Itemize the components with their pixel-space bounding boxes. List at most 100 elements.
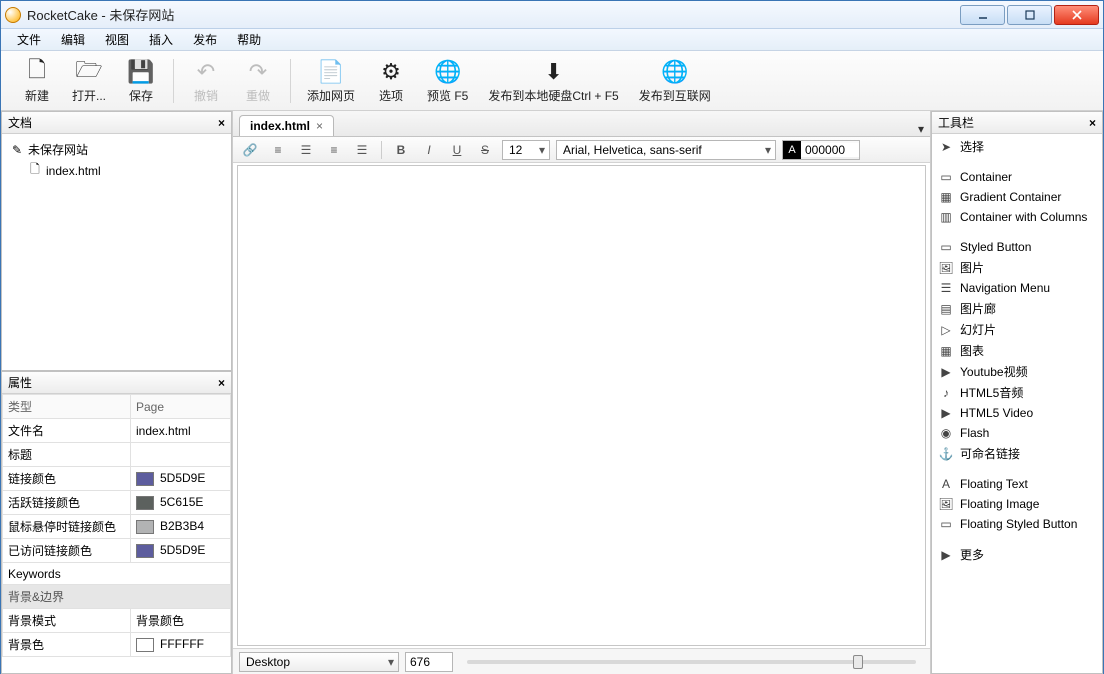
toolbox-navmenu[interactable]: ☰Navigation Menu bbox=[936, 278, 1098, 298]
panel-close-icon[interactable]: × bbox=[1089, 116, 1096, 130]
tool-new[interactable]: 🗋新建 bbox=[11, 57, 63, 104]
prop-key: 背景色 bbox=[3, 633, 131, 657]
tool-preview[interactable]: 🌐预览 F5 bbox=[417, 57, 478, 104]
menu-view[interactable]: 视图 bbox=[95, 29, 139, 50]
toolbox-gallery[interactable]: ▤图片廊 bbox=[936, 298, 1098, 319]
tab-close-icon[interactable]: × bbox=[316, 119, 323, 133]
prop-key: 链接颜色 bbox=[3, 467, 131, 491]
prop-key: 标题 bbox=[3, 443, 131, 467]
link-icon[interactable]: 🔗 bbox=[239, 140, 261, 160]
folder-open-icon: 🗁 bbox=[75, 57, 102, 87]
toolbox-slideshow[interactable]: ▷幻灯片 bbox=[936, 319, 1098, 340]
toolbox-floating-button[interactable]: ▭Floating Styled Button bbox=[936, 514, 1098, 534]
width-slider[interactable] bbox=[467, 660, 916, 664]
editor-tabs: index.html× ▾ bbox=[233, 111, 930, 137]
prop-value-title[interactable] bbox=[131, 443, 231, 467]
tool-open[interactable]: 🗁打开... bbox=[63, 57, 115, 104]
tool-undo[interactable]: ↶撤销 bbox=[180, 57, 232, 104]
toolbox-floating-image[interactable]: 🖼Floating Image bbox=[936, 494, 1098, 514]
toolbox-columns-container[interactable]: ▥Container with Columns bbox=[936, 207, 1098, 227]
prop-value-bgmode[interactable]: 背景颜色 bbox=[131, 609, 231, 633]
prop-key[interactable]: Keywords bbox=[3, 563, 231, 585]
prop-key: 背景模式 bbox=[3, 609, 131, 633]
tree-file[interactable]: 🗋index.html bbox=[28, 159, 223, 182]
tool-publish-local[interactable]: ⬇发布到本地硬盘Ctrl + F5 bbox=[478, 57, 628, 104]
prop-value-activelink[interactable]: 5C615E bbox=[131, 491, 231, 515]
toolbox-named-link[interactable]: ⚓可命名链接 bbox=[936, 443, 1098, 464]
prop-value-linkcolor[interactable]: 5D5D9E bbox=[131, 467, 231, 491]
device-select[interactable]: Desktop bbox=[239, 652, 399, 672]
toolbox-more[interactable]: ▶更多 bbox=[936, 544, 1098, 565]
audio-icon: ♪ bbox=[938, 385, 954, 401]
toolbox-styled-button[interactable]: ▭Styled Button bbox=[936, 237, 1098, 257]
prop-value-hoverlink[interactable]: B2B3B4 bbox=[131, 515, 231, 539]
color-swatch bbox=[136, 544, 154, 558]
italic-button[interactable]: I bbox=[418, 140, 440, 160]
editor-statusbar: Desktop 676 bbox=[233, 648, 930, 674]
columns-icon: ▥ bbox=[938, 209, 954, 225]
toolbox-floating-text[interactable]: AFloating Text bbox=[936, 474, 1098, 494]
youtube-icon: ▶ bbox=[938, 364, 954, 380]
font-family-select[interactable]: Arial, Helvetica, sans-serif bbox=[556, 140, 776, 160]
prop-header-value: Page bbox=[131, 395, 231, 419]
font-color-hex[interactable] bbox=[801, 143, 859, 157]
toolbox-gradient-container[interactable]: ▦Gradient Container bbox=[936, 187, 1098, 207]
menu-publish[interactable]: 发布 bbox=[183, 29, 227, 50]
toolbox-image[interactable]: 🖼图片 bbox=[936, 257, 1098, 278]
menu-insert[interactable]: 插入 bbox=[139, 29, 183, 50]
tabs-dropdown-icon[interactable]: ▾ bbox=[918, 122, 924, 136]
toolbox-flash[interactable]: ◉Flash bbox=[936, 423, 1098, 443]
container-icon: ▭ bbox=[938, 169, 954, 185]
toolbox-select[interactable]: ➤选择 bbox=[936, 136, 1098, 157]
prop-value-bgcolor[interactable]: FFFFFF bbox=[131, 633, 231, 657]
documents-tree: ✎未保存网站 🗋index.html bbox=[2, 134, 231, 188]
slider-thumb[interactable] bbox=[853, 655, 863, 669]
page-icon: 🗋 bbox=[28, 160, 42, 181]
tool-save[interactable]: 💾保存 bbox=[115, 57, 167, 104]
maximize-button[interactable] bbox=[1007, 5, 1052, 25]
align-left-icon[interactable]: ≡ bbox=[267, 140, 289, 160]
panel-close-icon[interactable]: × bbox=[218, 116, 225, 130]
tool-redo[interactable]: ↷重做 bbox=[232, 57, 284, 104]
toolbox-html5-video[interactable]: ▶HTML5 Video bbox=[936, 403, 1098, 423]
underline-button[interactable]: U bbox=[446, 140, 468, 160]
toolbox-html5-audio[interactable]: ♪HTML5音频 bbox=[936, 382, 1098, 403]
toolbar-separator bbox=[173, 59, 174, 103]
anchor-icon: ⚓ bbox=[938, 446, 954, 462]
minimize-button[interactable] bbox=[960, 5, 1005, 25]
menu-edit[interactable]: 编辑 bbox=[51, 29, 95, 50]
panel-close-icon[interactable]: × bbox=[218, 376, 225, 390]
align-center-icon[interactable]: ☰ bbox=[295, 140, 317, 160]
align-right-icon[interactable]: ≡ bbox=[323, 140, 345, 160]
main-toolbar: 🗋新建 🗁打开... 💾保存 ↶撤销 ↷重做 📄添加网页 ⚙选项 🌐预览 F5 … bbox=[1, 51, 1103, 111]
strike-button[interactable]: S bbox=[474, 140, 496, 160]
menu-help[interactable]: 帮助 bbox=[227, 29, 271, 50]
align-justify-icon[interactable]: ☰ bbox=[351, 140, 373, 160]
app-icon bbox=[5, 7, 21, 23]
prop-key: 活跃链接颜色 bbox=[3, 491, 131, 515]
prop-value-visitedlink[interactable]: 5D5D9E bbox=[131, 539, 231, 563]
canvas-width-input[interactable]: 676 bbox=[405, 652, 453, 672]
toolbox-table[interactable]: ▦图表 bbox=[936, 340, 1098, 361]
tree-root[interactable]: ✎未保存网站 bbox=[10, 140, 223, 159]
close-button[interactable] bbox=[1054, 5, 1099, 25]
color-swatch bbox=[136, 638, 154, 652]
editor-canvas[interactable] bbox=[237, 165, 926, 646]
toolbox-container[interactable]: ▭Container bbox=[936, 167, 1098, 187]
menu-file[interactable]: 文件 bbox=[7, 29, 51, 50]
tool-options[interactable]: ⚙选项 bbox=[365, 57, 417, 104]
menu-bar: 文件 编辑 视图 插入 发布 帮助 bbox=[1, 29, 1103, 51]
tool-publish-web[interactable]: 🌐发布到互联网 bbox=[629, 57, 721, 104]
prop-key: 鼠标悬停时链接颜色 bbox=[3, 515, 131, 539]
font-size-select[interactable]: 12 bbox=[502, 140, 550, 160]
tool-add-page[interactable]: 📄添加网页 bbox=[297, 57, 365, 104]
properties-table: 类型Page 文件名index.html 标题 链接颜色5D5D9E 活跃链接颜… bbox=[2, 394, 231, 657]
prop-value-filename[interactable]: index.html bbox=[131, 419, 231, 443]
color-swatch bbox=[136, 472, 154, 486]
toolbox-youtube[interactable]: ▶Youtube视频 bbox=[936, 361, 1098, 382]
font-color-input[interactable]: A bbox=[782, 140, 860, 160]
redo-icon: ↷ bbox=[249, 57, 267, 87]
format-toolbar: 🔗 ≡ ☰ ≡ ☰ B I U S 12 Arial, Helvetica, s… bbox=[233, 137, 930, 163]
bold-button[interactable]: B bbox=[390, 140, 412, 160]
tab-indexhtml[interactable]: index.html× bbox=[239, 115, 334, 136]
